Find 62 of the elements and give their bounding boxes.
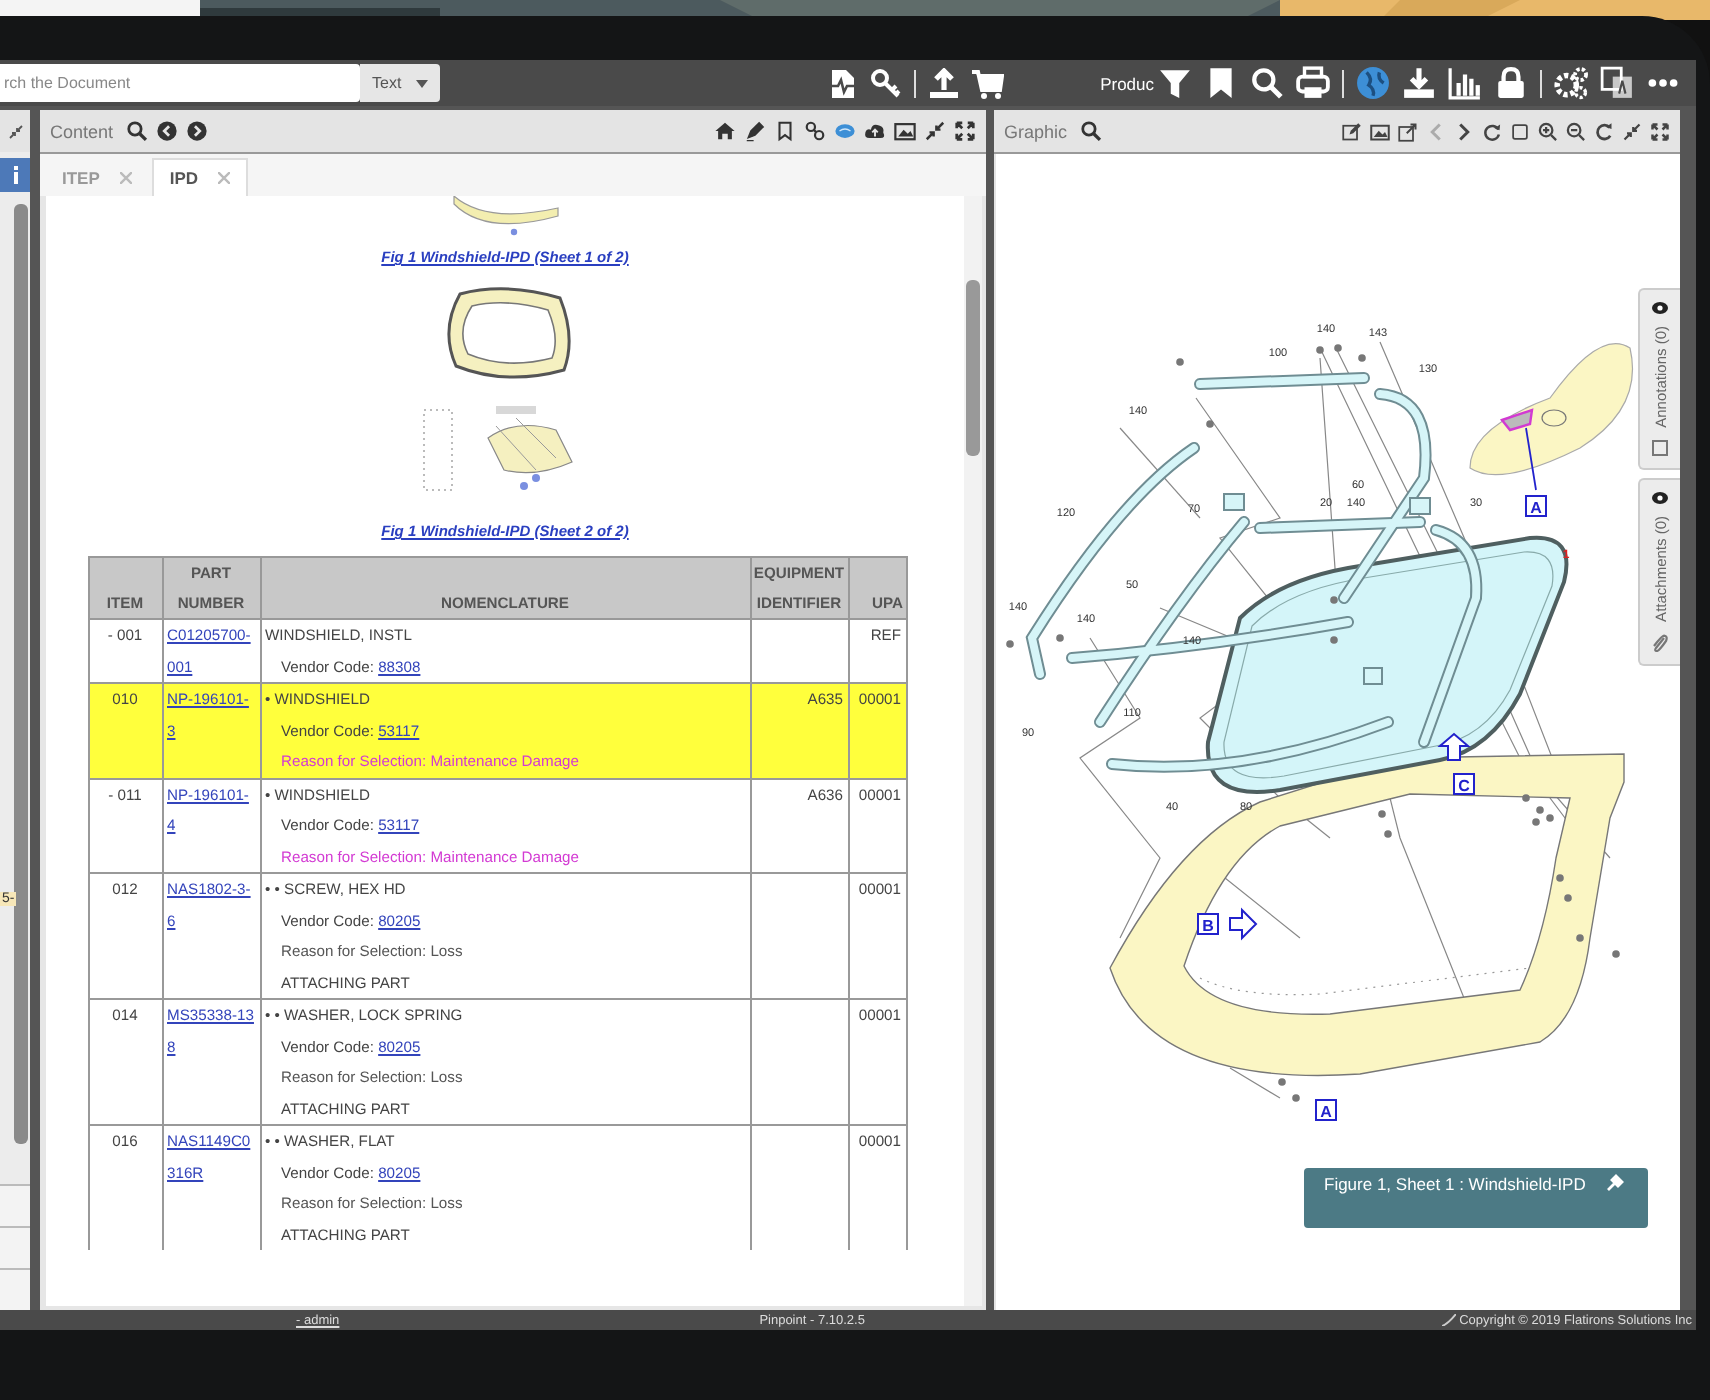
image-icon[interactable] (894, 120, 916, 142)
view-marker[interactable]: C (1453, 773, 1475, 795)
document-chart-icon[interactable] (826, 67, 859, 99)
caret-icon (415, 79, 428, 87)
search-icon[interactable] (1079, 120, 1102, 142)
square-icon[interactable] (1510, 121, 1530, 141)
link-icon[interactable] (804, 120, 826, 142)
zoom-in-icon[interactable] (1538, 121, 1558, 141)
panel-title: Graphic (1004, 121, 1068, 141)
eye-icon[interactable] (1652, 491, 1668, 504)
scrollbar-thumb[interactable] (966, 280, 980, 456)
previous-icon[interactable] (155, 120, 178, 142)
collapse-icon[interactable] (7, 123, 23, 139)
expand-icon[interactable] (954, 120, 976, 142)
view-marker[interactable]: B (1197, 913, 1219, 935)
home-icon[interactable] (714, 120, 736, 142)
refresh-icon[interactable] (1482, 121, 1502, 141)
edit-icon[interactable] (1342, 121, 1362, 141)
note-icon (1652, 439, 1668, 456)
eye-icon[interactable] (1652, 302, 1668, 314)
download-icon[interactable] (1402, 66, 1436, 100)
image-icon[interactable] (1370, 121, 1390, 141)
bookmark-icon[interactable] (774, 120, 796, 142)
collapse-icon[interactable] (924, 120, 946, 142)
search-icon[interactable] (125, 120, 148, 142)
cart-icon[interactable] (972, 67, 1005, 99)
bookmark-icon[interactable] (1204, 66, 1238, 100)
settings-icon[interactable] (1554, 66, 1588, 100)
key-icon[interactable] (870, 67, 903, 99)
pin-icon[interactable] (1605, 1174, 1624, 1192)
view-marker[interactable]: A (1315, 1099, 1337, 1121)
view-marker[interactable]: A (1525, 495, 1547, 517)
search-icon[interactable] (1250, 66, 1284, 100)
paperclip-icon (1652, 633, 1668, 652)
arrow-icon (1229, 907, 1258, 941)
rotate-icon[interactable] (1594, 121, 1614, 141)
pen-icon (1441, 1314, 1456, 1326)
external-link-icon[interactable] (1398, 121, 1418, 141)
lock-icon[interactable] (1494, 66, 1528, 100)
bar-chart-icon[interactable] (1448, 66, 1482, 100)
zoom-out-icon[interactable] (1566, 121, 1586, 141)
expand-icon[interactable] (1650, 121, 1670, 141)
collapse-icon[interactable] (1622, 121, 1642, 141)
cloud-icon[interactable] (864, 120, 886, 142)
document-tab[interactable]: IPD (151, 158, 249, 196)
upload-icon[interactable] (928, 67, 961, 99)
filter-icon[interactable] (1158, 66, 1192, 100)
product-filter-label[interactable]: Produc (1100, 73, 1154, 93)
next-icon[interactable] (1454, 121, 1474, 141)
translate-icon[interactable] (1600, 66, 1634, 100)
arrow-icon (1437, 732, 1471, 761)
search-mode-dropdown[interactable]: Text (360, 64, 440, 102)
figure-caption: Figure 1, Sheet 1 : Windshield-IPD (1324, 1174, 1586, 1194)
next-icon[interactable] (185, 120, 208, 142)
panel-item[interactable] (0, 158, 30, 192)
info-icon (11, 166, 19, 184)
scrollbar[interactable] (14, 204, 28, 1144)
search-field[interactable]: rch the Document (0, 64, 360, 102)
panel-title: Content (50, 121, 114, 141)
print-icon[interactable] (1296, 66, 1330, 100)
highlighter-icon[interactable] (744, 120, 766, 142)
globe-icon[interactable] (1356, 66, 1390, 100)
